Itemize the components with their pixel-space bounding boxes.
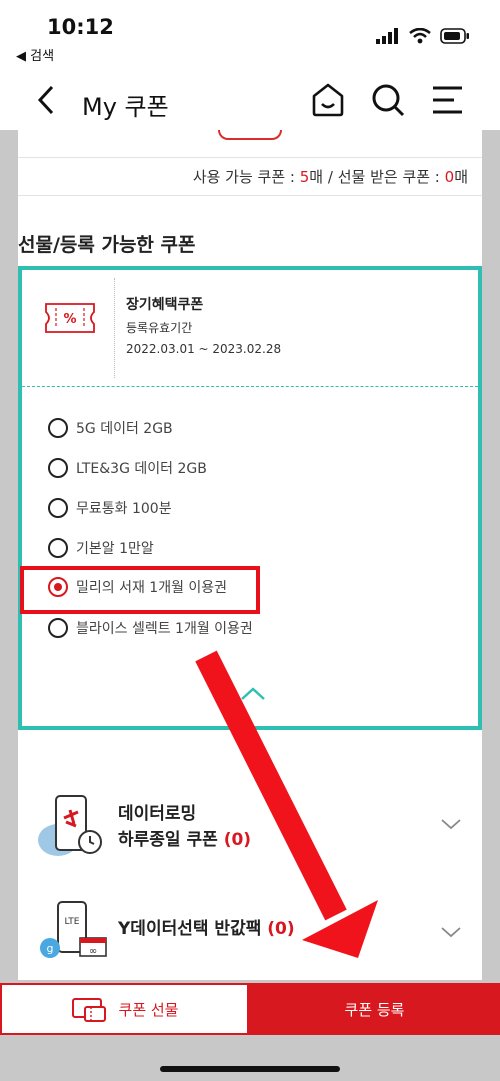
status-time: 10:12	[47, 15, 114, 39]
svg-text:∞: ∞	[89, 946, 97, 957]
coupon-counts: 사용 가능 쿠폰 : 5매 / 선물 받은 쿠폰 : 0매	[18, 158, 482, 196]
available-unit: 매	[309, 168, 324, 186]
menu-icon[interactable]	[430, 82, 466, 118]
available-count: 5	[299, 168, 310, 186]
gift-button-label: 쿠폰 선물	[118, 1000, 179, 1019]
accordion-title-line1: 데이터로밍	[118, 804, 197, 824]
coupon-dashed-divider	[22, 386, 478, 387]
accordion-title-line2: 하루종일 쿠폰 (0)	[118, 828, 251, 852]
accordion-title-text: Y데이터선택 반값팩	[118, 919, 268, 939]
ticket-symbol: %	[63, 312, 76, 327]
previous-section-edge	[18, 130, 482, 158]
coupon-option[interactable]: 5G 데이터 2GB	[48, 416, 173, 440]
back-arrow-icon[interactable]	[34, 84, 58, 116]
top-header-area: 10:12 ◀ 검색 My 쿠폰	[0, 0, 500, 130]
radio-button[interactable]	[48, 418, 68, 438]
page-title: My 쿠폰	[82, 93, 169, 121]
radio-button[interactable]	[48, 498, 68, 518]
coupon-card: % 장기혜택쿠폰 등록유효기간 2022.03.01 ~ 2023.02.28 …	[18, 266, 482, 730]
battery-icon	[440, 28, 469, 44]
search-icon[interactable]	[370, 82, 406, 118]
accordion-title-text: 하루종일 쿠폰	[118, 830, 224, 850]
content-area: 사용 가능 쿠폰 : 5매 / 선물 받은 쿠폰 : 0매 선물/등록 가능한 …	[18, 130, 482, 980]
accordion-count: (0)	[267, 919, 295, 939]
bottom-safe-area	[0, 1035, 500, 1081]
counts-separator: /	[323, 168, 338, 186]
option-label: LTE&3G 데이터 2GB	[76, 461, 207, 477]
option-label: 블라이스 셀렉트 1개월 이용권	[76, 621, 253, 637]
home-icon[interactable]	[310, 82, 346, 118]
status-icons	[376, 28, 470, 44]
register-coupon-button[interactable]: 쿠폰 등록	[249, 983, 500, 1035]
lte-icon-text: LTE	[65, 917, 80, 927]
bottom-action-bar: 쿠폰 선물 쿠폰 등록	[0, 983, 500, 1035]
gift-ticket-icon	[71, 998, 106, 1022]
accordion-count: (0)	[223, 830, 252, 850]
coupon-option[interactable]: 기본알 1만알	[48, 536, 154, 560]
gift-coupon-button[interactable]: 쿠폰 선물	[0, 983, 249, 1035]
wifi-icon	[409, 28, 431, 44]
tab-pill-edge	[218, 130, 282, 140]
svg-text:g: g	[47, 942, 54, 955]
register-button-label: 쿠폰 등록	[344, 1000, 405, 1019]
home-indicator	[160, 1066, 340, 1072]
accordion-title: Y데이터선택 반값팩 (0)	[118, 917, 295, 941]
accordion-y-data[interactable]: LTE g ∞ Y데이터선택 반값팩 (0)	[18, 882, 482, 978]
accordion-roaming[interactable]: 데이터로밍 하루종일 쿠폰 (0)	[18, 778, 482, 874]
lte-phone-icon: LTE g ∞	[40, 901, 107, 958]
coupon-option[interactable]: LTE&3G 데이터 2GB	[48, 456, 207, 480]
gifted-count: 0	[444, 168, 455, 186]
chevron-down-icon[interactable]	[440, 818, 462, 830]
selection-highlight-box	[20, 566, 260, 614]
option-label: 5G 데이터 2GB	[76, 421, 173, 437]
signal-icon	[376, 28, 398, 44]
available-label: 사용 가능 쿠폰 :	[192, 168, 300, 186]
radio-button[interactable]	[48, 458, 68, 478]
coupon-ticket-icon: %	[45, 303, 95, 333]
chevron-down-icon[interactable]	[440, 926, 462, 938]
radio-button[interactable]	[48, 618, 68, 638]
coupon-option[interactable]: 블라이스 셀렉트 1개월 이용권	[48, 616, 253, 640]
gifted-label: 선물 받은 쿠폰 :	[337, 168, 445, 186]
coupon-name: 장기혜택쿠폰	[126, 297, 204, 313]
gifted-unit: 매	[454, 168, 468, 186]
section-title: 선물/등록 가능한 쿠폰	[18, 234, 196, 256]
back-to-app-link[interactable]: ◀ 검색	[16, 45, 54, 64]
coupon-option[interactable]: 무료통화 100분	[48, 496, 172, 520]
option-label: 무료통화 100분	[76, 501, 172, 517]
coupon-validity-label: 등록유효기간	[126, 321, 193, 335]
coupon-divider	[114, 278, 115, 378]
roaming-phone-icon	[38, 795, 102, 856]
chevron-up-icon[interactable]	[240, 687, 266, 701]
coupon-period: 2022.03.01 ~ 2023.02.28	[126, 342, 282, 356]
radio-button[interactable]	[48, 538, 68, 558]
coupon-header: % 장기혜택쿠폰 등록유효기간 2022.03.01 ~ 2023.02.28	[22, 270, 478, 383]
option-label: 기본알 1만알	[76, 541, 154, 557]
